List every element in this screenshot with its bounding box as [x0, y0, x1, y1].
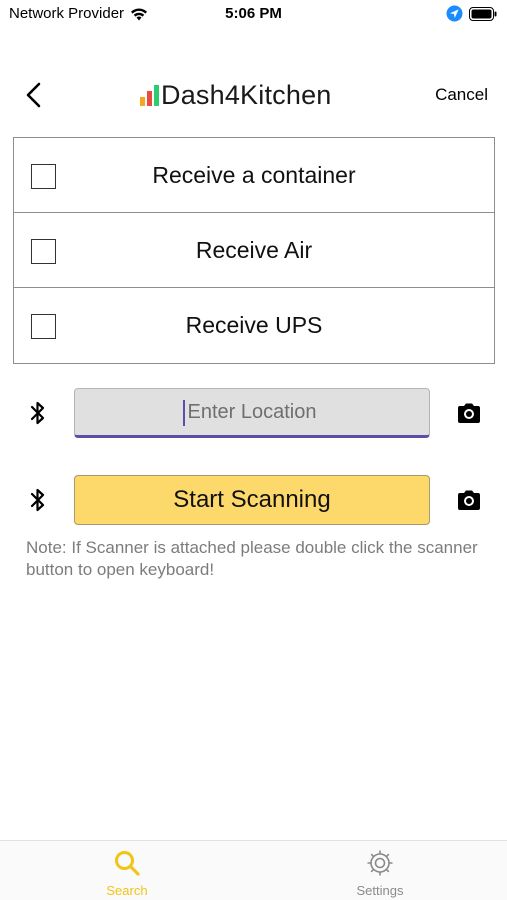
option-label: Receive a container: [152, 161, 356, 188]
checkbox-receive-container[interactable]: [31, 164, 56, 189]
tab-label-search: Search: [106, 883, 148, 898]
camera-icon[interactable]: [456, 402, 482, 424]
status-right-icons: [446, 5, 497, 22]
receive-options-list: Receive a container Receive Air Receive …: [13, 137, 495, 364]
bluetooth-icon[interactable]: [28, 400, 48, 426]
checkbox-receive-ups[interactable]: [31, 314, 56, 339]
camera-icon[interactable]: [456, 489, 482, 511]
status-bar: Network Provider 5:06 PM: [0, 0, 507, 28]
app-name: Dash4Kitchen: [161, 80, 332, 110]
search-icon: [115, 851, 140, 876]
gear-icon: [367, 850, 393, 876]
cancel-button[interactable]: Cancel: [435, 85, 488, 105]
tab-label-settings: Settings: [356, 883, 404, 898]
tab-bar: Search Settings: [0, 840, 507, 900]
bluetooth-icon[interactable]: [28, 487, 48, 513]
status-time: 5:06 PM: [225, 5, 282, 22]
logo-bars-icon: [140, 84, 159, 106]
scanner-note: Note: If Scanner is attached please doub…: [26, 538, 478, 579]
option-label: Receive UPS: [185, 312, 323, 338]
chevron-left-icon[interactable]: [20, 80, 50, 110]
app-screen: Network Provider 5:06 PM Dash4Kitchen Ca…: [0, 0, 507, 900]
option-label: Receive Air: [195, 236, 313, 263]
option-receive-ups[interactable]: Receive UPS: [14, 288, 494, 363]
logo-bar-3: [154, 85, 159, 106]
location-row: [0, 388, 507, 438]
logo-bar-2: [147, 91, 152, 106]
nav-bar: Dash4Kitchen Cancel: [0, 70, 507, 122]
app-logo: Dash4Kitchen: [140, 80, 332, 110]
scan-row: Start Scanning: [0, 475, 507, 525]
logo-bar-1: [140, 97, 145, 106]
checkbox-receive-air[interactable]: [31, 239, 56, 264]
option-receive-air[interactable]: Receive Air: [14, 213, 494, 288]
battery-icon: [469, 6, 497, 21]
start-scanning-button[interactable]: Start Scanning: [74, 475, 430, 525]
location-input[interactable]: [74, 388, 430, 438]
tab-settings[interactable]: Settings: [320, 849, 440, 898]
text-caret: [183, 400, 185, 426]
location-arrow-icon: [446, 5, 463, 22]
tab-search[interactable]: Search: [67, 849, 187, 898]
option-receive-container[interactable]: Receive a container: [14, 138, 494, 213]
